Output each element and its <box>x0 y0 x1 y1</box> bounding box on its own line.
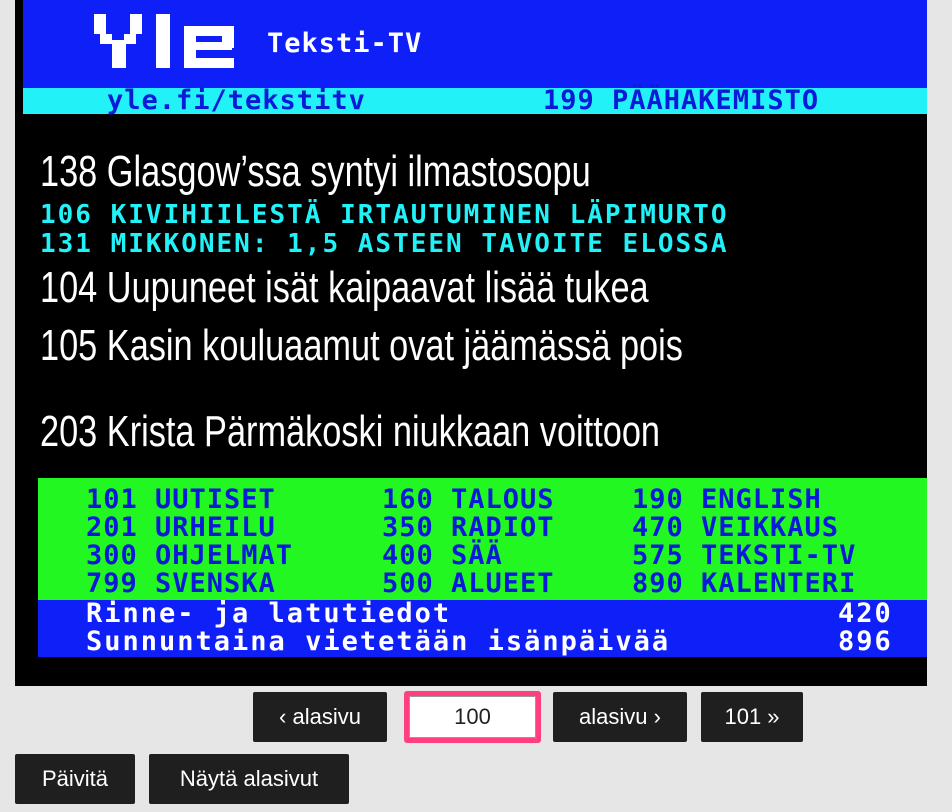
next-page-button[interactable]: 101 » <box>701 692 803 742</box>
nav-urheilu[interactable]: 201 URHEILU <box>86 514 276 542</box>
headline-104[interactable]: 104 Uupuneet isät kaipaavat lisää tukea <box>40 264 649 312</box>
nav-kalenteri[interactable]: 890 KALENTERI <box>632 570 856 598</box>
yle-logo <box>0 0 240 88</box>
page-number-input[interactable] <box>409 696 536 738</box>
nav-talous[interactable]: 160 TALOUS <box>382 486 555 514</box>
nav-veikkaus[interactable]: 470 VEIKKAUS <box>632 514 839 542</box>
promo-page-420[interactable]: 420 <box>838 600 893 628</box>
show-subpages-button[interactable]: Näytä alasivut <box>149 754 349 804</box>
site-url[interactable]: yle.fi/tekstitv <box>107 87 366 114</box>
headline-105[interactable]: 105 Kasin kouluaamut ovat jäämässä pois <box>40 322 683 370</box>
nav-teksti-tv[interactable]: 575 TEKSTI-TV <box>632 542 856 570</box>
headline-106[interactable]: 106 KIVIHIILESTÄ IRTAUTUMINEN LÄPIMURTO <box>40 202 728 228</box>
promo-text-isanpaiva[interactable]: Sunnuntaina vietetään isänpäivää <box>86 628 670 656</box>
headline-203[interactable]: 203 Krista Pärmäkoski niukkaan voittoon <box>40 408 660 456</box>
brand-subtitle: Teksti-TV <box>267 28 423 59</box>
page-input-highlight <box>404 691 541 743</box>
nav-svenska[interactable]: 799 SVENSKA <box>86 570 276 598</box>
next-subpage-button[interactable]: alasivu › <box>553 692 687 742</box>
nav-english[interactable]: 190 ENGLISH <box>632 486 822 514</box>
nav-uutiset[interactable]: 101 UUTISET <box>86 486 276 514</box>
prev-subpage-button[interactable]: ‹ alasivu <box>253 692 387 742</box>
headline-131[interactable]: 131 MIKKONEN: 1,5 ASTEEN TAVOITE ELOSSA <box>40 231 728 257</box>
headline-138[interactable]: 138 Glasgow’ssa syntyi ilmastosopu <box>40 148 591 196</box>
promo-bar: Rinne- ja latutiedot 420 Sunnuntaina vie… <box>38 600 927 657</box>
nav-ohjelmat[interactable]: 300 OHJELMAT <box>86 542 293 570</box>
nav-radiot[interactable]: 350 RADIOT <box>382 514 555 542</box>
section-nav: 101 UUTISET 160 TALOUS 190 ENGLISH 201 U… <box>38 478 927 600</box>
refresh-button[interactable]: Päivitä <box>15 754 135 804</box>
nav-saa[interactable]: 400 SÄÄ <box>382 542 503 570</box>
index-link[interactable]: 199 PÄÄHAKEMISTO <box>543 87 819 114</box>
promo-text-latutiedot[interactable]: Rinne- ja latutiedot <box>86 600 451 628</box>
nav-alueet[interactable]: 500 ALUEET <box>382 570 555 598</box>
promo-page-896[interactable]: 896 <box>838 628 893 656</box>
